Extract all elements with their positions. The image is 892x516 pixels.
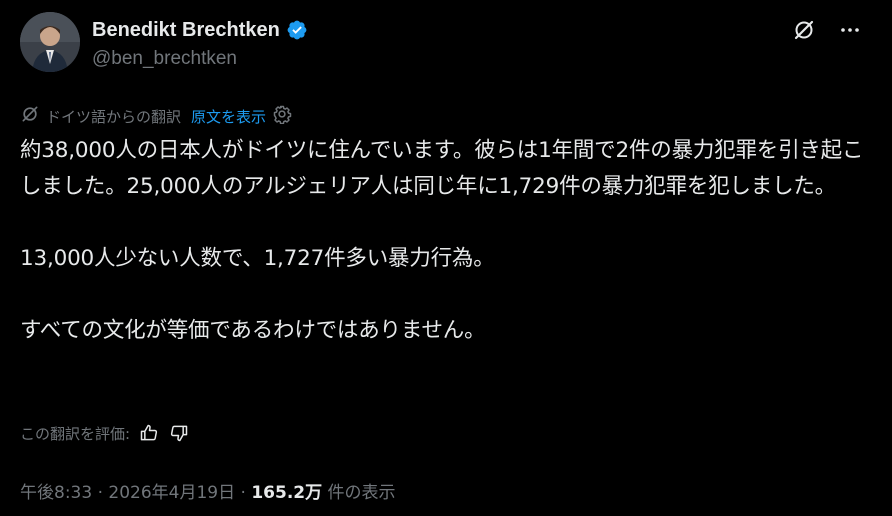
tweet-paragraph: 13,000人少ない人数で、1,727件多い暴力行為。 xyxy=(20,246,495,271)
avatar[interactable] xyxy=(20,12,80,72)
tweet-paragraph: 約38,000人の日本人がドイツに住んでいます。彼らは1年間で2件の暴力犯罪を引… xyxy=(20,138,864,199)
rate-translation: この翻訳を評価: xyxy=(20,422,190,444)
tweet-header: Benedikt Brechtken @ben_brechtken xyxy=(20,12,872,76)
avatar-image xyxy=(20,12,80,72)
translation-label: ドイツ語からの翻訳 xyxy=(46,107,182,126)
user-info: Benedikt Brechtken @ben_brechtken xyxy=(92,16,308,70)
verified-badge-icon[interactable] xyxy=(286,19,308,41)
view-count[interactable]: 165.2万 xyxy=(251,483,322,503)
display-name[interactable]: Benedikt Brechtken xyxy=(92,19,280,42)
thumbs-up-icon[interactable] xyxy=(138,422,160,444)
view-label: 件の表示 xyxy=(327,483,396,503)
tweet-paragraph: すべての文化が等価であるわけではありません。 xyxy=(20,318,486,343)
tweet-meta: 午後8:33 · 2026年4月19日 · 165.2万 件の表示 xyxy=(20,478,396,503)
rate-label: この翻訳を評価: xyxy=(20,424,131,443)
tweet-time[interactable]: 午後8:33 xyxy=(20,483,92,503)
show-original-link[interactable]: 原文を表示 xyxy=(191,106,266,127)
gear-icon[interactable] xyxy=(272,104,292,128)
grok-icon[interactable] xyxy=(790,16,818,44)
name-row: Benedikt Brechtken xyxy=(92,16,308,44)
translate-icon xyxy=(20,104,40,128)
meta-separator: · xyxy=(240,483,246,503)
thumbs-down-icon[interactable] xyxy=(168,422,190,444)
tweet-text: 約38,000人の日本人がドイツに住んでいます。彼らは1年間で2件の暴力犯罪を引… xyxy=(20,133,880,349)
more-icon[interactable] xyxy=(836,16,864,44)
meta-separator: · xyxy=(97,483,103,503)
top-actions xyxy=(790,16,864,44)
user-handle[interactable]: @ben_brechtken xyxy=(92,48,308,70)
tweet-date[interactable]: 2026年4月19日 xyxy=(108,483,235,503)
translation-notice: ドイツ語からの翻訳 原文を表示 xyxy=(20,104,292,128)
